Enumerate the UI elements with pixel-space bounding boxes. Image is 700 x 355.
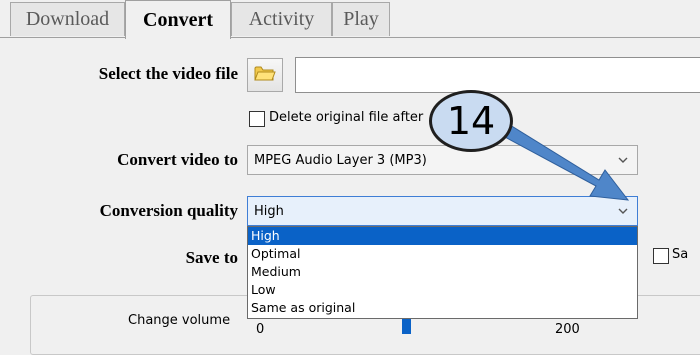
select-video-label: Select the video file [98, 64, 238, 83]
tab-download[interactable]: Download [10, 2, 125, 36]
delete-original-checkbox[interactable] [249, 111, 265, 127]
quality-option-low[interactable]: Low [248, 281, 637, 299]
tab-convert[interactable]: Convert [125, 0, 231, 39]
delete-original-label: Delete original file after [269, 110, 424, 125]
volume-slider-thumb[interactable] [402, 319, 411, 334]
convert-format-select[interactable]: MPEG Audio Layer 3 (MP3) [247, 145, 638, 175]
convert-to-label: Convert video to [117, 150, 238, 169]
folder-icon [254, 65, 276, 86]
same-folder-checkbox[interactable] [653, 248, 669, 264]
chevron-down-icon [617, 154, 629, 170]
conversion-quality-value: High [254, 203, 284, 219]
change-volume-label: Change volume [128, 313, 231, 328]
video-file-path-input[interactable] [295, 57, 700, 93]
convert-format-value: MPEG Audio Layer 3 (MP3) [254, 152, 427, 168]
tab-play[interactable]: Play [332, 2, 390, 36]
same-folder-label: Sa [672, 247, 689, 262]
quality-option-same-as-original[interactable]: Same as original [248, 299, 637, 317]
tab-divider [0, 37, 700, 38]
quality-option-optimal[interactable]: Optimal [248, 245, 637, 263]
save-to-label: Save to [185, 248, 238, 267]
conversion-quality-select[interactable]: High [247, 196, 638, 226]
tab-activity[interactable]: Activity [231, 2, 332, 36]
tab-bar: Download Convert Activity Play [0, 0, 700, 39]
chevron-down-icon [617, 205, 629, 221]
quality-option-high[interactable]: High [248, 227, 637, 245]
volume-max-label: 200 [555, 322, 580, 337]
quality-dropdown-list: High Optimal Medium Low Same as original [247, 226, 638, 319]
quality-option-medium[interactable]: Medium [248, 263, 637, 281]
conversion-quality-label: Conversion quality [99, 201, 238, 220]
browse-folder-button[interactable] [247, 58, 283, 92]
annotation-callout: 14 [429, 90, 513, 152]
volume-min-label: 0 [256, 322, 265, 337]
